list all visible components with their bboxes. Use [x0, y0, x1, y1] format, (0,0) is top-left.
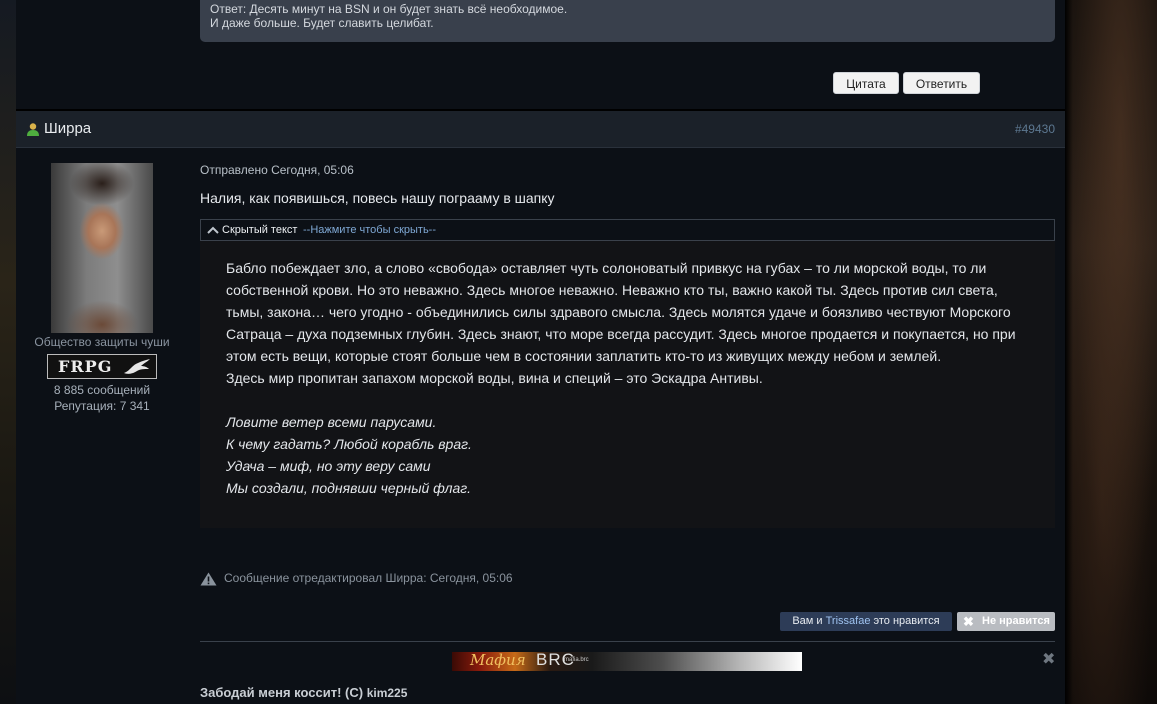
spoiler-line: Здесь мир пропитан запахом морской воды,… — [226, 370, 763, 386]
previous-quote-line: Ответ: Десять минут на BSN и он будет зн… — [210, 2, 568, 16]
spoiler-line: тьмы, закона… чего угодно - объединились… — [226, 304, 1011, 320]
spoiler-label: Скрытый текст — [222, 224, 298, 236]
poem-line: К чему гадать? Любой корабль враг. — [226, 436, 472, 452]
liker-name-link[interactable]: Trissafae — [826, 615, 871, 627]
signature-quote-author: kim225 — [366, 686, 408, 700]
signature-divider — [200, 641, 1055, 642]
post-permalink[interactable]: #49430 — [1015, 122, 1055, 136]
previous-post-quote-box: Ответ: Десять минут на BSN и он будет зн… — [200, 0, 1055, 42]
edit-note-text: Сообщение отредактировал Ширра: Сегодня,… — [224, 571, 513, 585]
banner-text-mafia: Мафия — [470, 652, 526, 669]
author-post-count: 8 885 сообщений — [53, 383, 151, 397]
signature-quote-text: Забодай меня коссит! (С) — [200, 685, 367, 700]
likes-suffix: это нравится — [870, 615, 940, 627]
spoiler-line: собственной крови. Но это неважно. Здесь… — [226, 282, 998, 298]
background-right-artwork — [1065, 0, 1157, 704]
frpg-badge-text: FRPG — [58, 357, 113, 376]
signature-banner-image[interactable]: Мафия BRC mafia.brc — [452, 652, 802, 671]
chevron-up-icon — [207, 226, 219, 234]
user-icon — [27, 123, 39, 136]
author-group-title: Общество защиты чуши — [34, 335, 170, 349]
dragon-icon — [124, 359, 150, 374]
signature-quote: Забодай меня коссит! (С) kim225 — [200, 685, 407, 700]
dislike-button[interactable]: ✖ Не нравится — [957, 612, 1055, 631]
background-right-shade — [1065, 0, 1073, 704]
quote-button[interactable]: Цитата — [833, 72, 899, 94]
spoiler-line: Бабло побеждает зло, а слово «свобода» о… — [226, 260, 987, 276]
spoiler-poem: Ловите ветер всеми парусами. К чему гада… — [226, 411, 1029, 499]
author-reputation: Репутация: 7 341 — [54, 399, 150, 413]
spoiler-line: Сатраца – духа подземных глубин. Здесь з… — [226, 326, 1016, 342]
background-left-edge — [0, 0, 16, 704]
spoiler-toggle-link[interactable]: --Нажмите чтобы скрыть-- — [303, 220, 436, 240]
poem-line: Ловите ветер всеми парусами. — [226, 414, 437, 430]
likes-info: Вам и Trissafae это нравится — [780, 612, 952, 631]
reply-button[interactable]: Ответить — [903, 72, 980, 94]
likes-prefix: Вам и — [792, 615, 826, 627]
post-author-name[interactable]: Ширра — [44, 120, 91, 137]
post-header: Ширра #49430 — [16, 111, 1065, 148]
previous-quote-line: И даже больше. Будет славить целибат. — [210, 16, 434, 30]
poem-line: Удача – миф, но эту веру сами — [226, 458, 431, 474]
dislike-label: Не нравится — [982, 615, 1050, 627]
warning-icon — [200, 572, 217, 586]
post-date: Отправлено Сегодня, 05:06 — [200, 163, 354, 177]
spoiler-content: Бабло побеждает зло, а слово «свобода» о… — [200, 241, 1055, 528]
avatar[interactable] — [51, 163, 153, 333]
banner-text-small: mafia.brc — [564, 657, 589, 663]
frpg-badge: FRPG — [47, 354, 157, 379]
signature-close-icon[interactable]: ✖ — [1042, 649, 1055, 668]
spoiler-header[interactable]: Скрытый текст --Нажмите чтобы скрыть-- — [200, 219, 1055, 241]
close-icon: ✖ — [963, 614, 974, 629]
poem-line: Мы создали, поднявши черный флаг. — [226, 480, 472, 496]
post-text: Налия, как появишься, повесь нашу пограа… — [200, 190, 555, 206]
spoiler-line: этом есть вещи, которые стоят больше чем… — [226, 348, 942, 364]
